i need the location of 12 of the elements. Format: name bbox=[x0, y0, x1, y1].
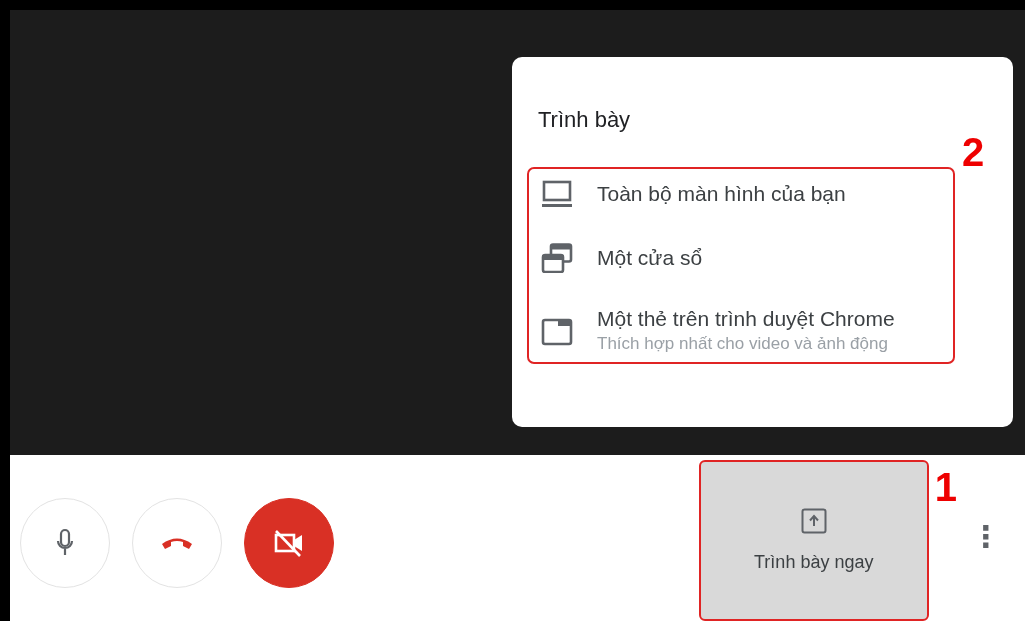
annotation-number: 1 bbox=[934, 467, 957, 507]
present-screen-icon bbox=[800, 508, 827, 534]
menu-title: Trình bày bbox=[538, 107, 631, 133]
menu-option[interactable]: Một cửa sổ bbox=[541, 243, 945, 273]
windows-icon bbox=[541, 243, 573, 273]
more-options-button[interactable]: ⋮ bbox=[967, 519, 1005, 554]
annotation-number: 2 bbox=[962, 132, 985, 172]
microphone-icon bbox=[55, 528, 75, 558]
menu-option[interactable]: Một thẻ trên trình duyệt Chrome Thích hợp nhất cho video và ảnh động bbox=[541, 307, 945, 354]
laptop-icon bbox=[541, 179, 573, 209]
present-now-button[interactable]: Trình bày ngay bbox=[698, 460, 929, 621]
menu-option[interactable]: Toàn bộ màn hình của bạn bbox=[541, 179, 945, 209]
